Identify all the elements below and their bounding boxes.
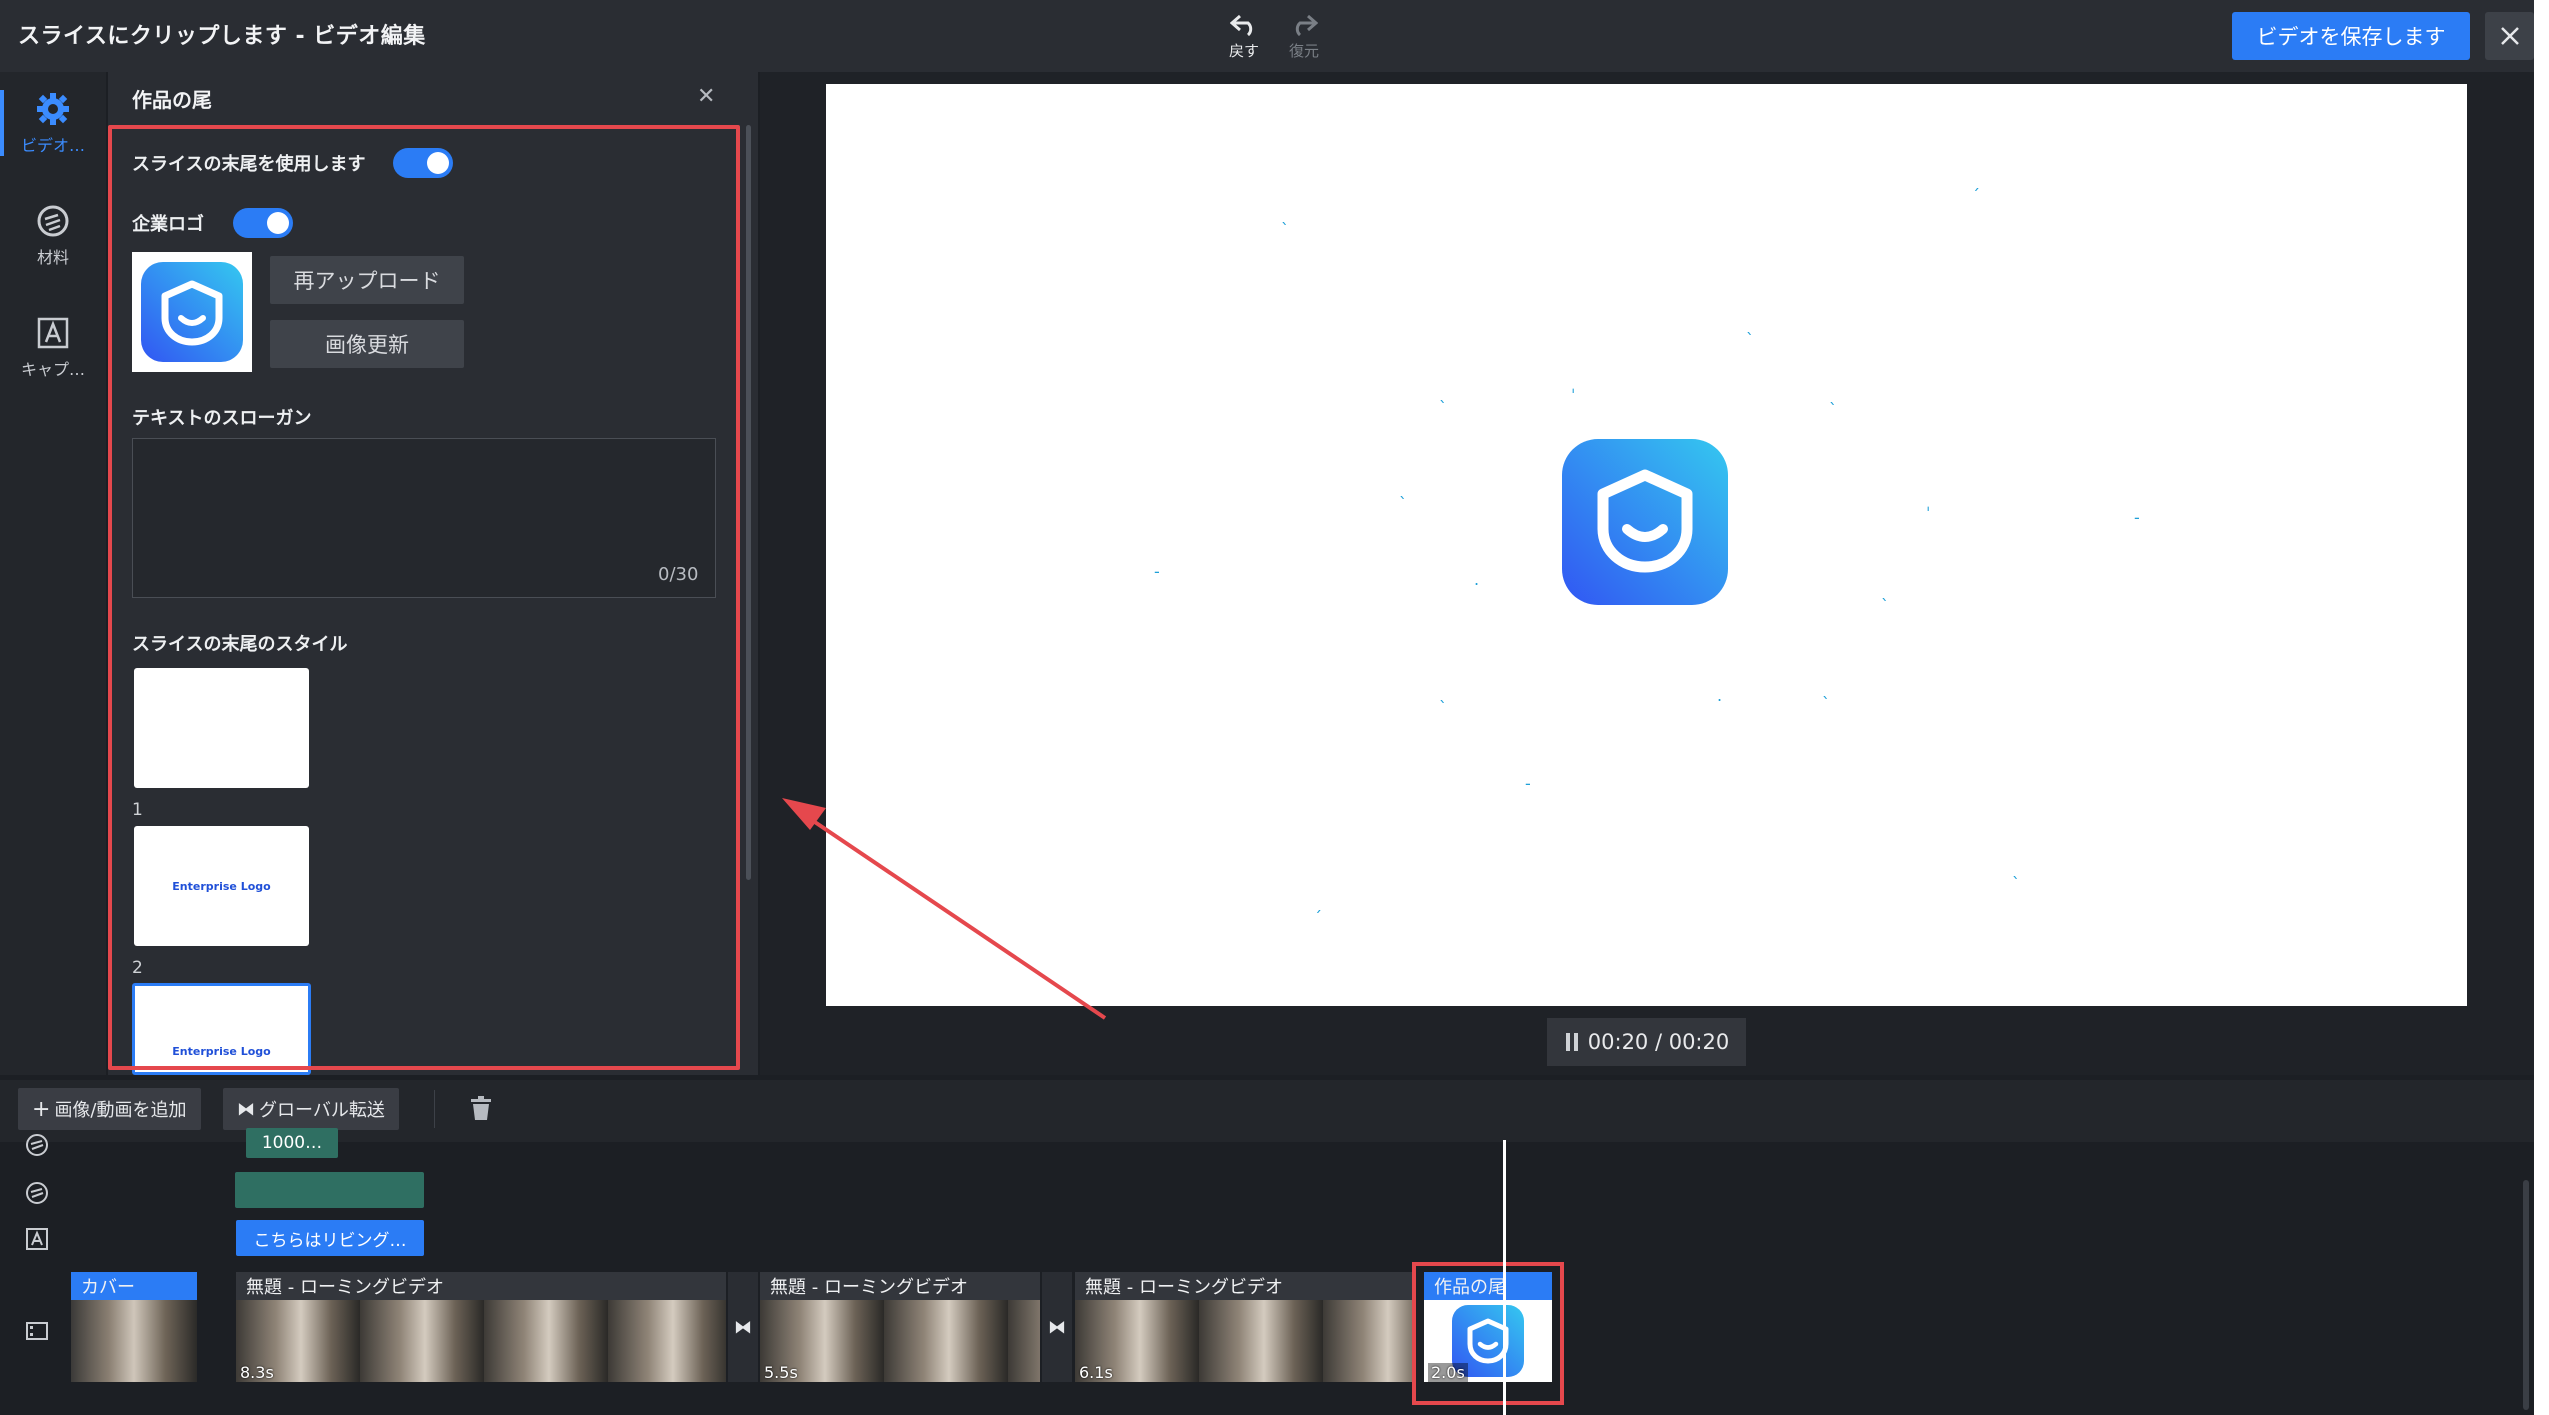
trash-icon [471,1096,491,1120]
clip-duration: 6.1s [1079,1363,1113,1382]
caption-chip[interactable]: こちらはリビング… [236,1220,424,1256]
plus-icon: + [32,1096,51,1122]
room-thumbnails: 6.1s [1075,1300,1415,1382]
clip-roaming-video-1[interactable]: 無題 - ローミングビデオ 8.3s [236,1272,726,1382]
timeline-scrollbar[interactable] [2523,1180,2529,1410]
audio-track-chip[interactable] [235,1172,424,1208]
clip-title: 無題 - ローミングビデオ [236,1272,726,1300]
delete-button[interactable] [466,1092,496,1124]
transition-icon: ⧓ [1048,1316,1066,1338]
add-media-button[interactable]: + 画像/動画を追加 [18,1088,201,1130]
clip-roaming-video-3[interactable]: 無題 - ローミングビデオ 6.1s [1075,1272,1415,1382]
transition-marker[interactable]: ⧓ [1042,1272,1072,1382]
clip-title: 無題 - ローミングビデオ [760,1272,1040,1300]
caption-icon [26,1228,48,1250]
room-thumbnails: 5.5s [760,1300,1040,1382]
transition-icon: ⧓ [734,1316,752,1338]
room-thumbnails: 8.3s [236,1300,726,1382]
transition-marker[interactable]: ⧓ [728,1272,758,1382]
clip-cover[interactable]: カバー [71,1272,197,1382]
playhead[interactable] [1503,1140,1506,1415]
global-transition-button[interactable]: ⧓ グローバル転送 [223,1088,399,1130]
palette-icon [26,1134,48,1156]
music-chip[interactable]: 1000… [246,1128,338,1158]
clip-duration: 5.5s [764,1363,798,1382]
clip-title: カバー [71,1272,197,1300]
room-thumbnail [71,1300,197,1382]
film-icon [26,1322,48,1340]
global-transition-label: グローバル転送 [259,1100,385,1121]
clip-title: 無題 - ローミングビデオ [1075,1272,1415,1300]
clip-roaming-video-2[interactable]: 無題 - ローミングビデオ 5.5s [760,1272,1040,1382]
palette-icon [26,1182,48,1204]
clip-duration: 8.3s [240,1363,274,1382]
annotation-highlight-box [1412,1262,1564,1405]
transition-icon: ⧓ [237,1098,255,1120]
add-media-label: 画像/動画を追加 [54,1100,187,1121]
toolbar-divider [434,1090,435,1128]
